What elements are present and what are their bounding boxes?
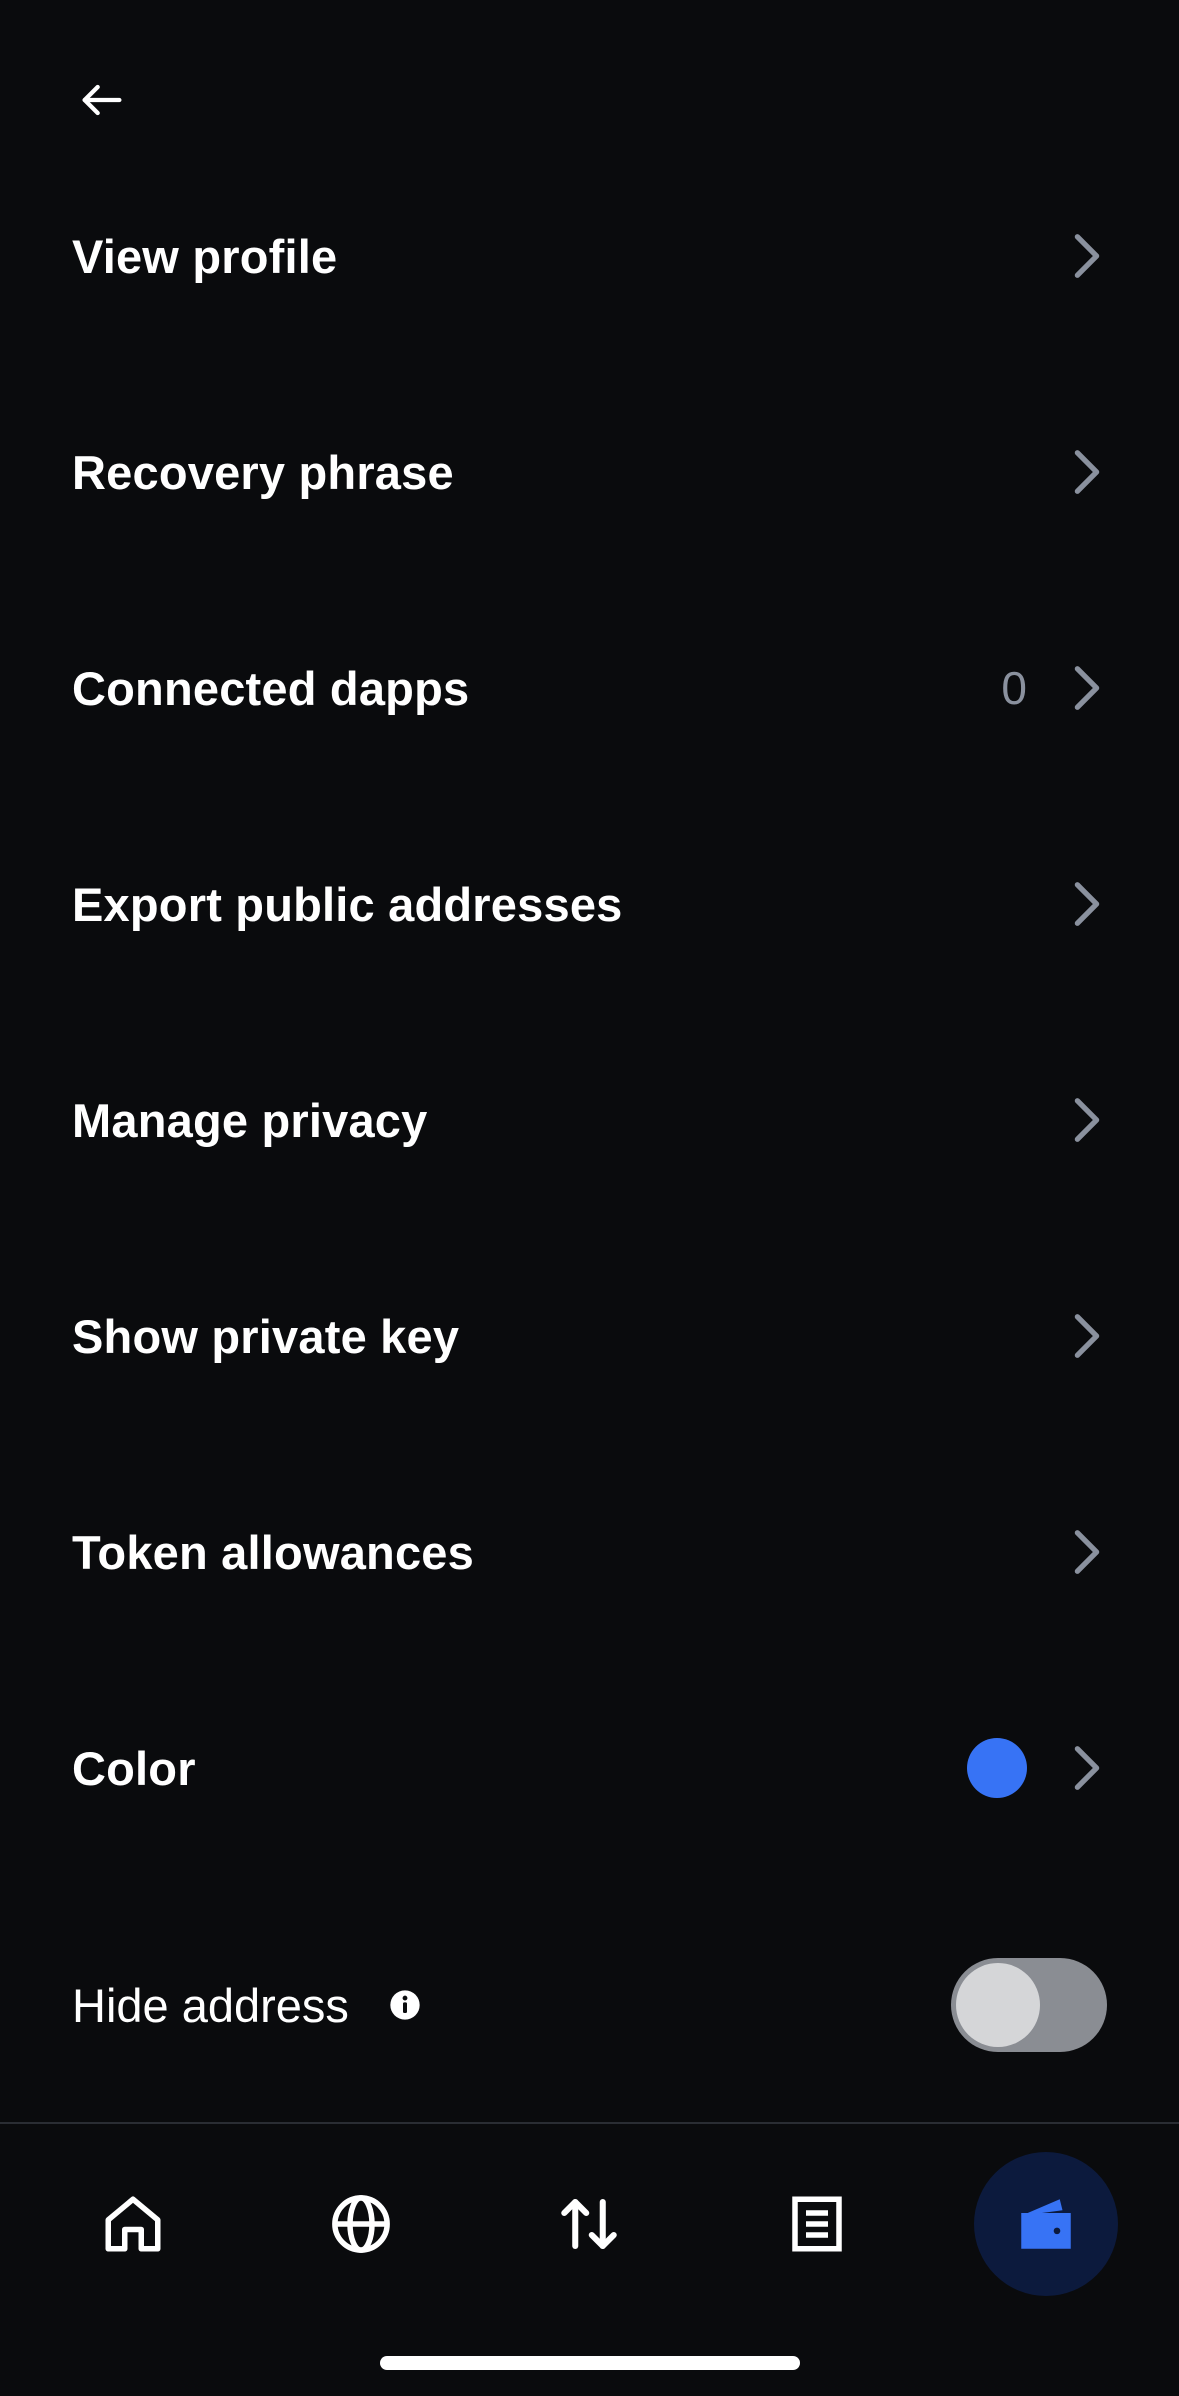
chevron-right-icon xyxy=(1067,876,1107,932)
token-allowances-row[interactable]: Token allowances xyxy=(0,1444,1179,1660)
token-allowances-label: Token allowances xyxy=(72,1525,474,1579)
hide-address-row: Hide address xyxy=(0,1910,1179,2100)
swap-arrows-icon xyxy=(561,2198,617,2250)
manage-privacy-row[interactable]: Manage privacy xyxy=(0,1012,1179,1228)
home-indicator xyxy=(380,2356,800,2370)
hide-address-toggle[interactable] xyxy=(951,1958,1107,2052)
color-swatch xyxy=(967,1738,1027,1798)
chevron-right-icon xyxy=(1067,444,1107,500)
connected-dapps-count: 0 xyxy=(1001,662,1027,714)
recovery-phrase-label: Recovery phrase xyxy=(72,445,454,499)
chevron-right-icon xyxy=(1067,1092,1107,1148)
home-icon xyxy=(105,2196,161,2252)
connected-dapps-label: Connected dapps xyxy=(72,661,470,715)
back-button[interactable] xyxy=(62,60,142,140)
settings-menu: View profile Recovery phrase Connected d… xyxy=(0,148,1179,1876)
color-row[interactable]: Color xyxy=(0,1660,1179,1876)
tab-browser[interactable] xyxy=(289,2152,433,2296)
globe-icon xyxy=(332,2195,390,2253)
chevron-right-icon xyxy=(1067,228,1107,284)
export-public-addresses-row[interactable]: Export public addresses xyxy=(0,796,1179,1012)
wallet-settings-screen: View profile Recovery phrase Connected d… xyxy=(0,0,1179,2396)
tab-home[interactable] xyxy=(61,2152,205,2296)
arrow-left-icon xyxy=(82,84,122,116)
recovery-phrase-row[interactable]: Recovery phrase xyxy=(0,364,1179,580)
document-list-icon xyxy=(792,2196,842,2252)
tab-swap[interactable] xyxy=(517,2152,661,2296)
export-public-addresses-label: Export public addresses xyxy=(72,877,623,931)
show-private-key-label: Show private key xyxy=(72,1309,460,1363)
show-private-key-row[interactable]: Show private key xyxy=(0,1228,1179,1444)
view-profile-label: View profile xyxy=(72,229,338,283)
bottom-tab-bar xyxy=(0,2124,1179,2324)
toggle-knob xyxy=(956,1963,1040,2047)
wallet-icon xyxy=(1021,2199,1071,2249)
chevron-right-icon xyxy=(1067,1740,1107,1796)
hide-address-label: Hide address xyxy=(72,1978,349,2032)
chevron-right-icon xyxy=(1067,660,1107,716)
tab-activity[interactable] xyxy=(745,2152,889,2296)
view-profile-row[interactable]: View profile xyxy=(0,148,1179,364)
connected-dapps-row[interactable]: Connected dapps 0 xyxy=(0,580,1179,796)
chevron-right-icon xyxy=(1067,1308,1107,1364)
manage-privacy-label: Manage privacy xyxy=(72,1093,428,1147)
tab-wallet[interactable] xyxy=(974,2152,1118,2296)
info-icon[interactable] xyxy=(389,1989,421,2021)
chevron-right-icon xyxy=(1067,1524,1107,1580)
color-label: Color xyxy=(72,1741,196,1795)
